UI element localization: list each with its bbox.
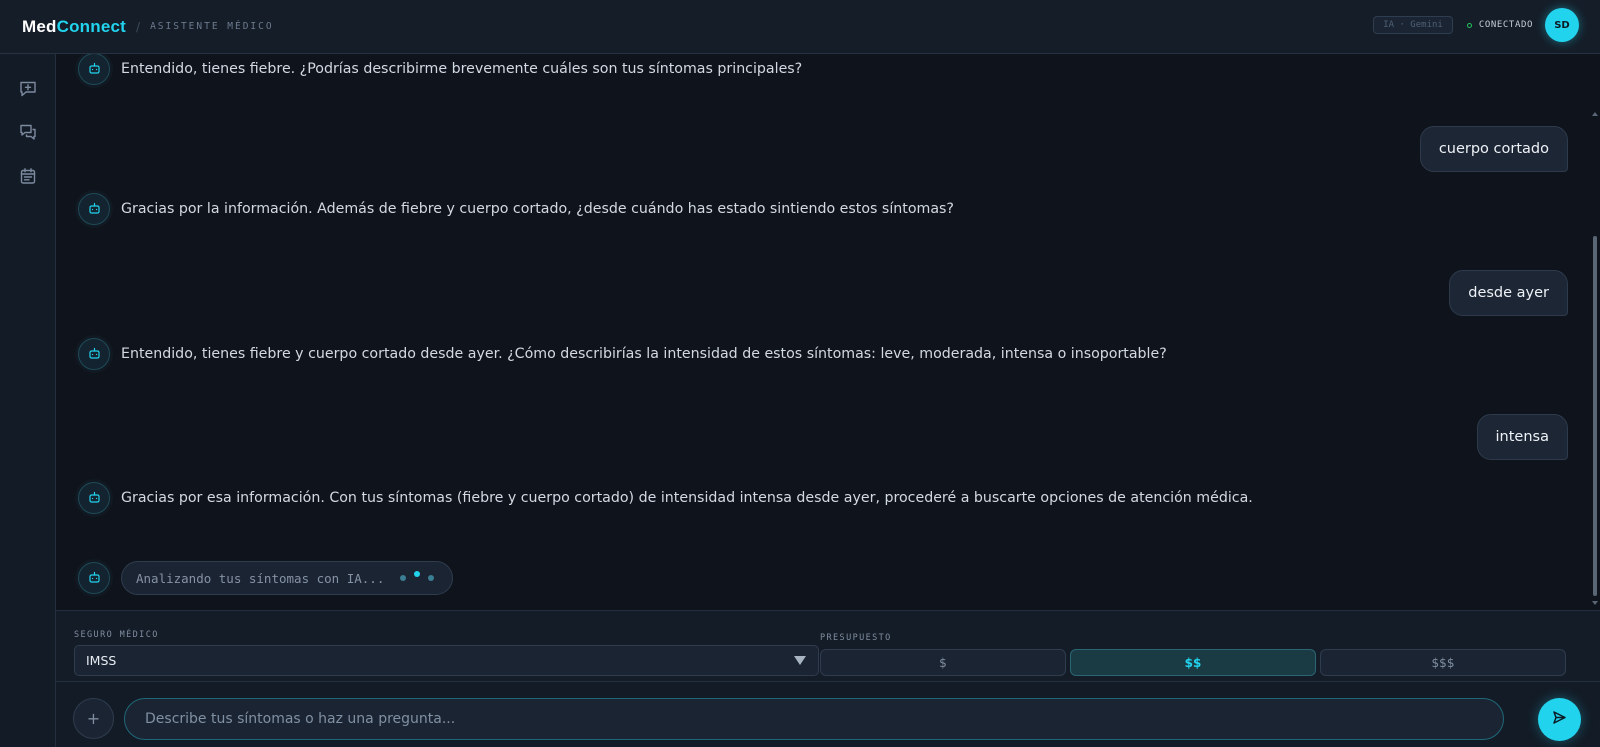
bot-message-text: Entendido, tienes fiebre y cuerpo cortad… — [121, 346, 1167, 362]
robot-icon — [88, 345, 101, 364]
bot-avatar — [78, 562, 110, 594]
budget-option-label: $$$ — [1431, 655, 1455, 670]
user-message: intensa — [1476, 414, 1568, 460]
sidebar — [0, 54, 56, 747]
user-avatar[interactable]: SD — [1545, 8, 1579, 42]
scrollbar-thumb[interactable] — [1593, 236, 1597, 596]
bot-avatar — [78, 193, 110, 225]
robot-icon — [88, 200, 101, 219]
conversations-icon[interactable] — [16, 120, 40, 144]
calendar-icon[interactable] — [16, 164, 40, 188]
send-button[interactable] — [1538, 698, 1581, 741]
bot-avatar — [78, 338, 110, 370]
app-logo[interactable]: MedConnect — [22, 17, 126, 37]
budget-option-label: $$ — [1184, 655, 1202, 670]
message-composer: + — [56, 681, 1600, 747]
connection-status: CONECTADO — [1478, 20, 1533, 30]
user-message-text: cuerpo cortado — [1438, 141, 1549, 157]
page-subtitle: ASISTENTE MÉDICO — [150, 21, 274, 32]
robot-icon — [88, 569, 101, 588]
message-input[interactable] — [124, 698, 1504, 740]
typing-text: Analizando tus síntomas con IA... — [136, 570, 385, 586]
robot-icon — [88, 489, 101, 508]
scroll-down-arrow[interactable] — [1592, 601, 1598, 605]
user-message-text: intensa — [1495, 429, 1549, 445]
header-status-area: IA · Gemini CONECTADO SD — [1373, 8, 1579, 42]
status-dot-icon — [1466, 22, 1472, 28]
bot-avatar — [78, 482, 110, 514]
bot-message-text: Gracias por la información. Además de fi… — [121, 201, 954, 217]
bot-message: Entendido, tienes fiebre. ¿Podrías descr… — [78, 54, 802, 85]
insurance-label: SEGURO MÉDICO — [74, 630, 159, 640]
user-message-text: desde ayer — [1468, 285, 1549, 301]
breadcrumb-separator: / — [136, 19, 141, 34]
budget-label: PRESUPUESTO — [820, 633, 892, 643]
chat-messages[interactable]: Entendido, tienes fiebre. ¿Podrías descr… — [56, 54, 1600, 610]
user-message: desde ayer — [1449, 270, 1568, 316]
ai-model-badge: IA · Gemini — [1373, 16, 1453, 34]
bot-message: Gracias por esa información. Con tus sín… — [78, 482, 1253, 514]
budget-option-low[interactable]: $ — [820, 649, 1066, 676]
new-chat-icon[interactable] — [16, 77, 40, 101]
budget-option-high[interactable]: $$$ — [1320, 649, 1566, 676]
preferences-bar: SEGURO MÉDICO IMSS PRESUPUESTO $ $$ $$$ — [56, 610, 1600, 681]
insurance-select[interactable]: IMSS — [74, 645, 819, 676]
budget-option-medium[interactable]: $$ — [1070, 649, 1316, 676]
chevron-down-icon — [794, 656, 806, 665]
user-message: cuerpo cortado — [1419, 126, 1568, 172]
typing-indicator: Analizando tus síntomas con IA... — [78, 561, 454, 595]
budget-option-label: $ — [939, 655, 947, 670]
bot-message-text: Entendido, tienes fiebre. ¿Podrías descr… — [121, 61, 803, 77]
attach-button[interactable]: + — [73, 698, 114, 739]
brand-name-part2: Connect — [56, 16, 127, 36]
insurance-value: IMSS — [86, 653, 117, 668]
robot-icon — [88, 60, 101, 79]
bot-message: Gracias por la información. Además de fi… — [78, 193, 954, 225]
bot-message-text: Gracias por esa información. Con tus sín… — [121, 490, 1253, 506]
top-bar: MedConnect / ASISTENTE MÉDICO IA · Gemin… — [0, 0, 1600, 54]
typing-bubble: Analizando tus síntomas con IA... — [121, 561, 454, 595]
bot-message: Entendido, tienes fiebre y cuerpo cortad… — [78, 338, 1167, 370]
brand-name-part1: Med — [22, 16, 57, 36]
send-icon — [1552, 710, 1567, 729]
scroll-up-arrow[interactable] — [1592, 112, 1598, 116]
loading-dots-icon — [396, 571, 438, 581]
bot-avatar — [78, 54, 110, 85]
plus-icon: + — [86, 709, 101, 728]
